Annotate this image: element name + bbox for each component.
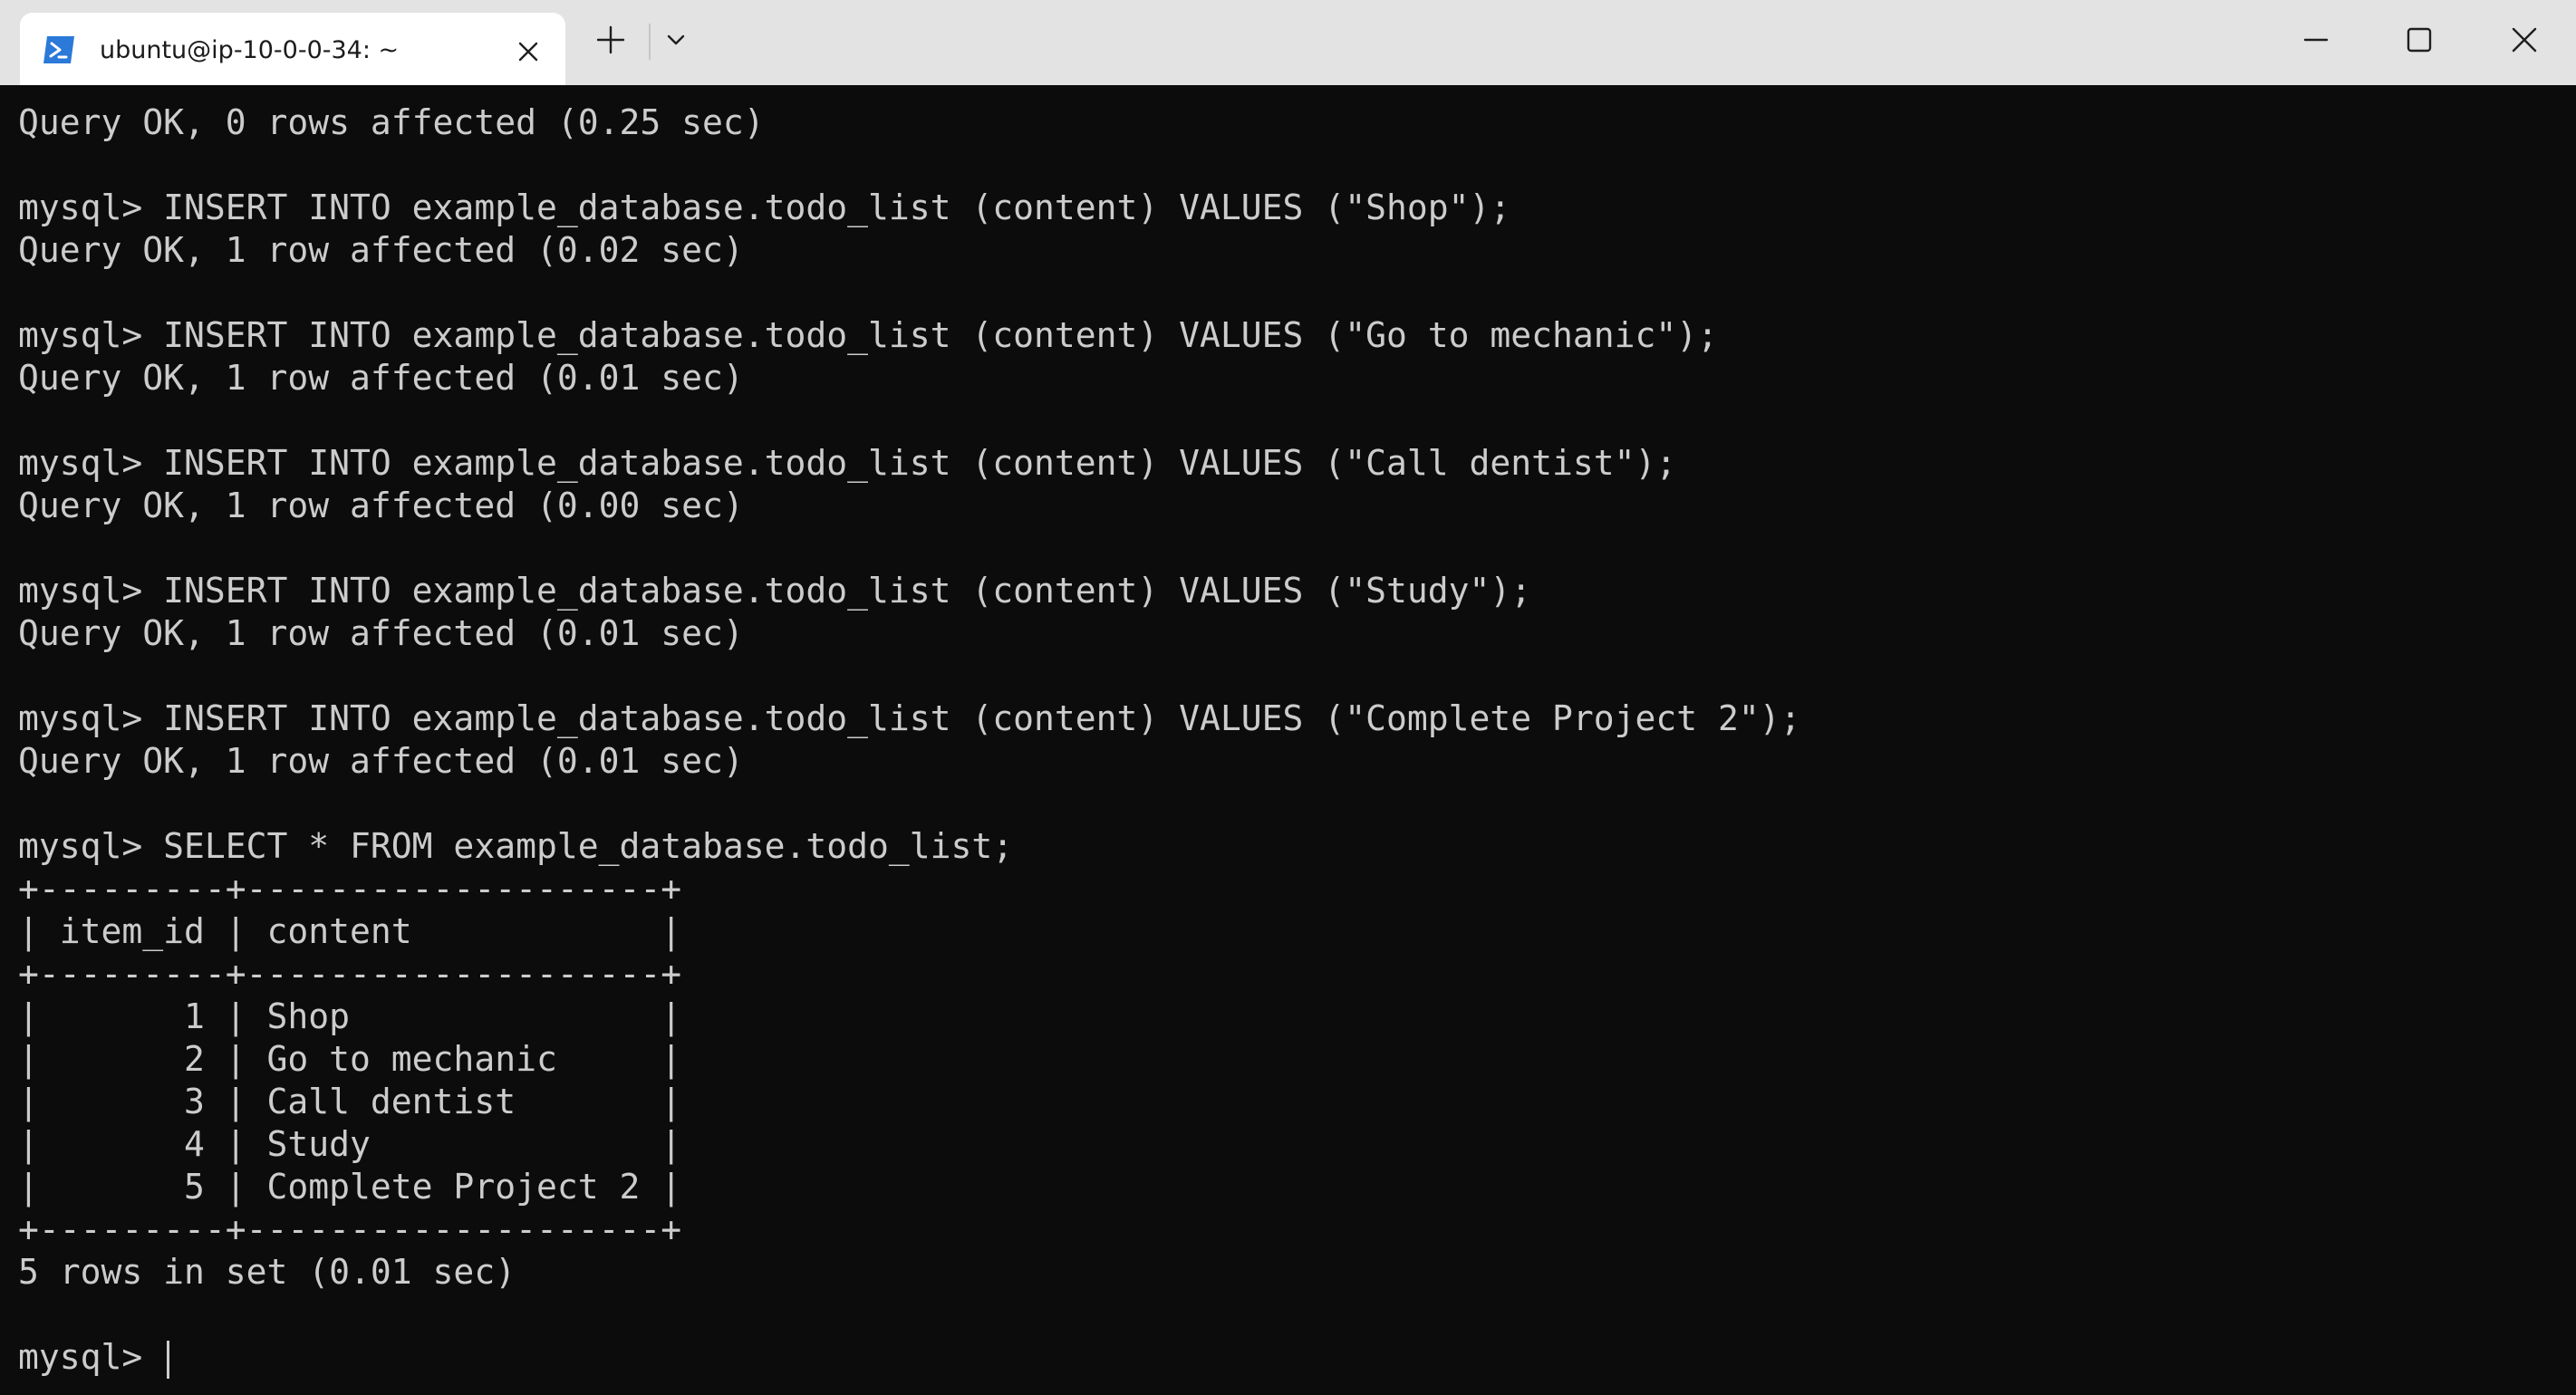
tab-divider [649,24,651,60]
table-row: | 1 | Shop | [18,996,682,1036]
chevron-down-icon[interactable] [658,18,694,62]
close-icon[interactable] [2503,18,2546,62]
terminal-line: mysql> INSERT INTO example_database.todo… [18,571,1532,611]
prompt-line[interactable]: mysql> [18,1336,1801,1379]
table-row: | 5 | Complete Project 2 | [18,1167,682,1207]
title-bar[interactable]: ubuntu@ip-10-0-0-34: ~ [0,0,2576,85]
table-row: | 4 | Study | [18,1124,682,1164]
table-border-line: +---------+--------------------+ [18,954,682,994]
table-border-line: +---------+--------------------+ [18,1209,682,1249]
text-cursor [167,1340,170,1379]
maximize-icon[interactable] [2398,18,2441,62]
terminal-line: Query OK, 1 row affected (0.01 sec) [18,613,744,653]
terminal-line: Query OK, 1 row affected (0.01 sec) [18,741,744,781]
tab-title: ubuntu@ip-10-0-0-34: ~ [100,36,400,64]
terminal-line: mysql> INSERT INTO example_database.todo… [18,315,1718,355]
terminal-line: Query OK, 1 row affected (0.00 sec) [18,486,744,525]
tab-active[interactable]: ubuntu@ip-10-0-0-34: ~ [20,13,565,85]
mysql-prompt: mysql> [18,1337,164,1377]
terminal-line: mysql> SELECT * FROM example_database.to… [18,826,1014,866]
table-border-line: +---------+--------------------+ [18,869,682,909]
terminal-line: mysql> INSERT INTO example_database.todo… [18,443,1677,483]
powershell-icon [42,34,76,65]
plus-icon[interactable] [589,18,632,62]
terminal-lines: Query OK, 0 rows affected (0.25 sec) mys… [18,101,1801,1379]
terminal-line: Query OK, 0 rows affected (0.25 sec) [18,102,765,142]
terminal-output[interactable]: Query OK, 0 rows affected (0.25 sec) mys… [0,85,2576,1395]
table-row: | 2 | Go to mechanic | [18,1039,682,1079]
table-row: | 3 | Call dentist | [18,1082,682,1121]
terminal-window: ubuntu@ip-10-0-0-34: ~ Query OK, 0 rows … [0,0,2576,1395]
table-header-row: | item_id | content | [18,911,682,951]
tab-close-icon[interactable] [513,36,544,67]
terminal-line: mysql> INSERT INTO example_database.todo… [18,698,1801,738]
minimize-icon[interactable] [2294,18,2338,62]
terminal-line: Query OK, 1 row affected (0.02 sec) [18,230,744,270]
terminal-line: mysql> INSERT INTO example_database.todo… [18,188,1511,227]
terminal-line: Query OK, 1 row affected (0.01 sec) [18,358,744,398]
terminal-line: 5 rows in set (0.01 sec) [18,1252,516,1292]
